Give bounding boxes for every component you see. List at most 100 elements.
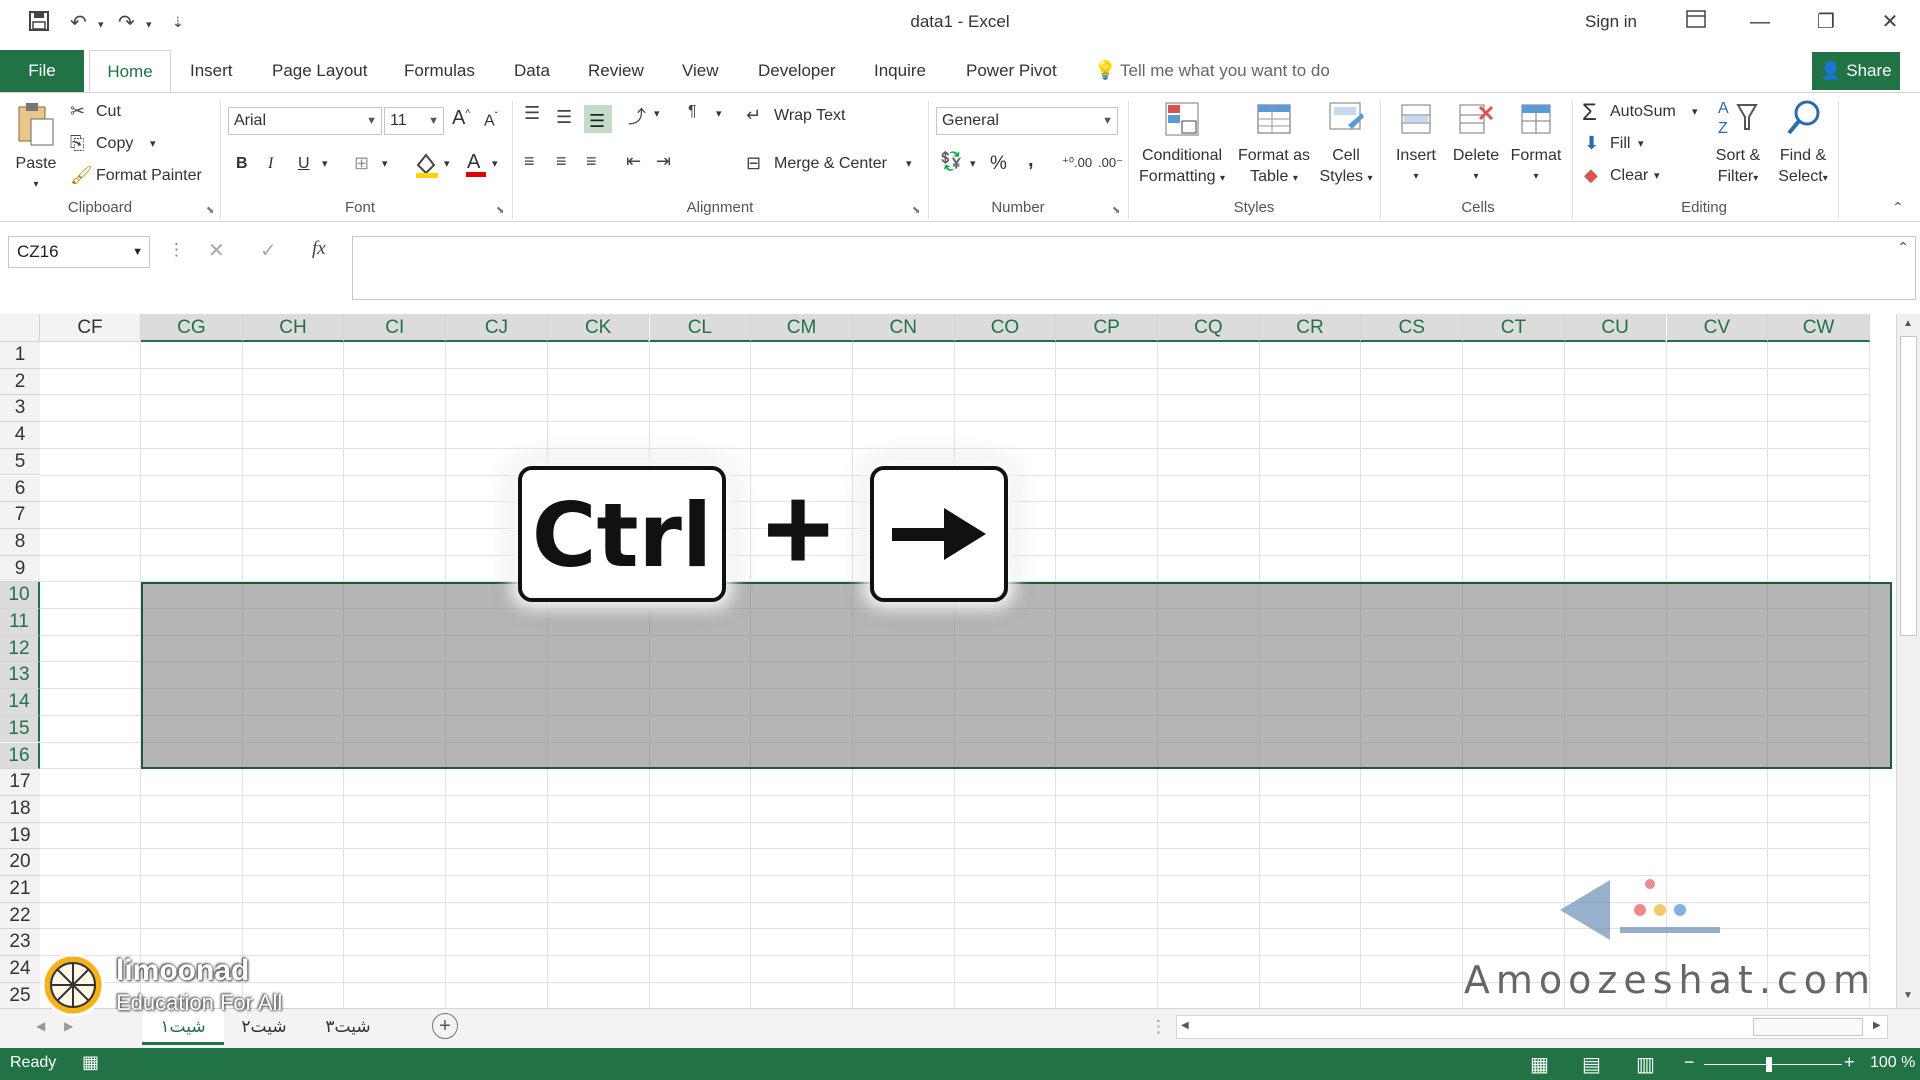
zoom-in-icon[interactable]: + <box>1844 1052 1855 1073</box>
normal-view-icon[interactable]: ▦ <box>1530 1052 1549 1077</box>
copy-button[interactable]: Copy <box>96 135 133 153</box>
sheet-tab-3[interactable]: شیت۳ <box>310 1009 386 1045</box>
increase-decimal-icon[interactable]: ⁺⁰.00 <box>1062 155 1092 171</box>
conditional-formatting-button[interactable]: Conditional Formatting ▾ <box>1132 99 1232 189</box>
column-header-cf[interactable]: CF <box>40 314 141 342</box>
align-bottom-icon[interactable]: ☰ <box>584 105 612 133</box>
find-select-button[interactable]: Find & Select▾ <box>1770 97 1836 189</box>
comma-style-button[interactable]: , <box>1028 149 1034 172</box>
tab-developer[interactable]: Developer <box>752 50 842 92</box>
copy-dropdown-icon[interactable]: ▾ <box>150 137 156 150</box>
name-box[interactable]: CZ16 ▼ <box>8 236 150 268</box>
sort-filter-button[interactable]: AZ Sort & Filter▾ <box>1706 97 1770 189</box>
tab-home[interactable]: Home <box>89 50 171 92</box>
decrease-font-icon[interactable]: Aˇ <box>484 111 498 130</box>
cancel-entry-icon[interactable]: ✕ <box>208 238 225 263</box>
row-header-5[interactable]: 5 <box>0 448 40 476</box>
scroll-up-icon[interactable]: ▲ <box>1903 318 1913 329</box>
column-header-cs[interactable]: CS <box>1361 314 1464 342</box>
accounting-dropdown-icon[interactable]: ▾ <box>970 157 976 170</box>
row-header-21[interactable]: 21 <box>0 876 40 903</box>
increase-indent-icon[interactable]: ⇥ <box>656 151 671 172</box>
merge-dropdown-icon[interactable]: ▾ <box>906 157 912 170</box>
column-header-ck[interactable]: CK <box>547 314 650 342</box>
row-header-9[interactable]: 9 <box>0 555 40 583</box>
row-header-12[interactable]: 12 <box>0 635 40 663</box>
more-options-icon[interactable]: ⋮ <box>168 240 185 260</box>
column-header-cp[interactable]: CP <box>1056 314 1158 342</box>
column-header-cm[interactable]: CM <box>751 314 853 342</box>
align-center-icon[interactable]: ≡ <box>556 151 567 172</box>
insert-cells-button[interactable]: Insert ▾ <box>1388 99 1444 187</box>
align-right-icon[interactable]: ≡ <box>586 151 597 172</box>
tab-power-pivot[interactable]: Power Pivot <box>960 50 1063 92</box>
underline-dropdown-icon[interactable]: ▾ <box>322 157 328 170</box>
row-header-1[interactable]: 1 <box>0 342 40 369</box>
column-header-ci[interactable]: CI <box>344 314 447 342</box>
confirm-entry-icon[interactable]: ✓ <box>260 238 277 263</box>
page-break-view-icon[interactable]: ▥ <box>1636 1052 1655 1077</box>
cut-button[interactable]: Cut <box>96 103 121 121</box>
scroll-down-icon[interactable]: ▼ <box>1903 990 1913 1001</box>
row-header-19[interactable]: 19 <box>0 822 40 850</box>
font-color-icon[interactable]: A <box>464 149 488 184</box>
fill-color-icon[interactable] <box>414 151 440 184</box>
tab-insert[interactable]: Insert <box>184 50 239 92</box>
paste-button[interactable]: Paste ▾ <box>10 101 62 195</box>
font-launcher-icon[interactable]: ⬊ <box>496 205 504 216</box>
fill-button[interactable]: Fill <box>1610 135 1630 153</box>
wrap-text-button[interactable]: Wrap Text <box>774 107 845 125</box>
align-middle-icon[interactable]: ☰ <box>556 107 572 128</box>
decrease-decimal-icon[interactable]: .00⁻ <box>1098 155 1123 171</box>
percent-style-button[interactable]: % <box>990 153 1007 175</box>
row-header-20[interactable]: 20 <box>0 849 40 876</box>
row-header-2[interactable]: 2 <box>0 368 40 396</box>
column-header-cl[interactable]: CL <box>649 314 752 342</box>
column-header-cg[interactable]: CG <box>141 314 243 342</box>
row-header-7[interactable]: 7 <box>0 502 40 529</box>
align-top-icon[interactable]: ☰ <box>524 103 540 124</box>
clear-button[interactable]: Clear <box>1610 167 1648 185</box>
bold-button[interactable]: B <box>236 155 248 173</box>
row-header-4[interactable]: 4 <box>0 422 40 449</box>
formula-input[interactable]: ⌃ <box>352 236 1916 300</box>
increase-font-icon[interactable]: A^ <box>452 107 470 130</box>
add-sheet-icon[interactable]: + <box>432 1013 458 1039</box>
decrease-indent-icon[interactable]: ⇤ <box>626 151 641 172</box>
scroll-left-icon[interactable]: ◀ <box>1181 1020 1189 1031</box>
autosum-dropdown-icon[interactable]: ▾ <box>1692 105 1698 118</box>
collapse-ribbon-icon[interactable]: ⌃ <box>1892 199 1904 216</box>
orientation-icon[interactable]: ⤴ <box>628 103 646 129</box>
selected-range[interactable] <box>141 582 1892 770</box>
fill-dropdown-icon[interactable]: ▾ <box>1638 137 1644 150</box>
delete-cells-button[interactable]: Delete ▾ <box>1446 99 1506 187</box>
underline-button[interactable]: U <box>298 155 310 173</box>
column-header-cr[interactable]: CR <box>1259 314 1362 342</box>
text-direction-dropdown-icon[interactable]: ▾ <box>716 107 722 120</box>
font-color-dropdown-icon[interactable]: ▾ <box>492 157 498 170</box>
number-launcher-icon[interactable]: ⬊ <box>1112 205 1120 216</box>
row-header-18[interactable]: 18 <box>0 795 40 823</box>
horizontal-scroll-thumb[interactable] <box>1753 1018 1863 1036</box>
fill-color-dropdown-icon[interactable]: ▾ <box>444 157 450 170</box>
row-header-22[interactable]: 22 <box>0 902 40 930</box>
share-button[interactable]: 👤 Share <box>1812 52 1900 90</box>
tab-inquire[interactable]: Inquire <box>868 50 932 92</box>
row-header-6[interactable]: 6 <box>0 475 40 503</box>
cell-styles-button[interactable]: Cell Styles ▾ <box>1316 99 1376 189</box>
format-cells-button[interactable]: Format ▾ <box>1506 99 1566 187</box>
vertical-scroll-thumb[interactable] <box>1900 336 1917 636</box>
row-header-11[interactable]: 11 <box>0 609 40 636</box>
zoom-slider-track[interactable] <box>1704 1064 1842 1065</box>
insert-function-button[interactable]: fx <box>312 238 326 260</box>
align-left-icon[interactable]: ≡ <box>524 151 535 172</box>
scroll-right-icon[interactable]: ▶ <box>1873 1020 1881 1031</box>
column-header-ch[interactable]: CH <box>242 314 345 342</box>
close-icon[interactable]: ✕ <box>1870 6 1910 38</box>
row-header-15[interactable]: 15 <box>0 715 40 743</box>
format-painter-button[interactable]: Format Painter <box>96 167 202 185</box>
column-header-cv[interactable]: CV <box>1666 314 1769 342</box>
row-header-24[interactable]: 24 <box>0 956 40 983</box>
borders-dropdown-icon[interactable]: ▾ <box>382 157 388 170</box>
tab-formulas[interactable]: Formulas <box>398 50 481 92</box>
